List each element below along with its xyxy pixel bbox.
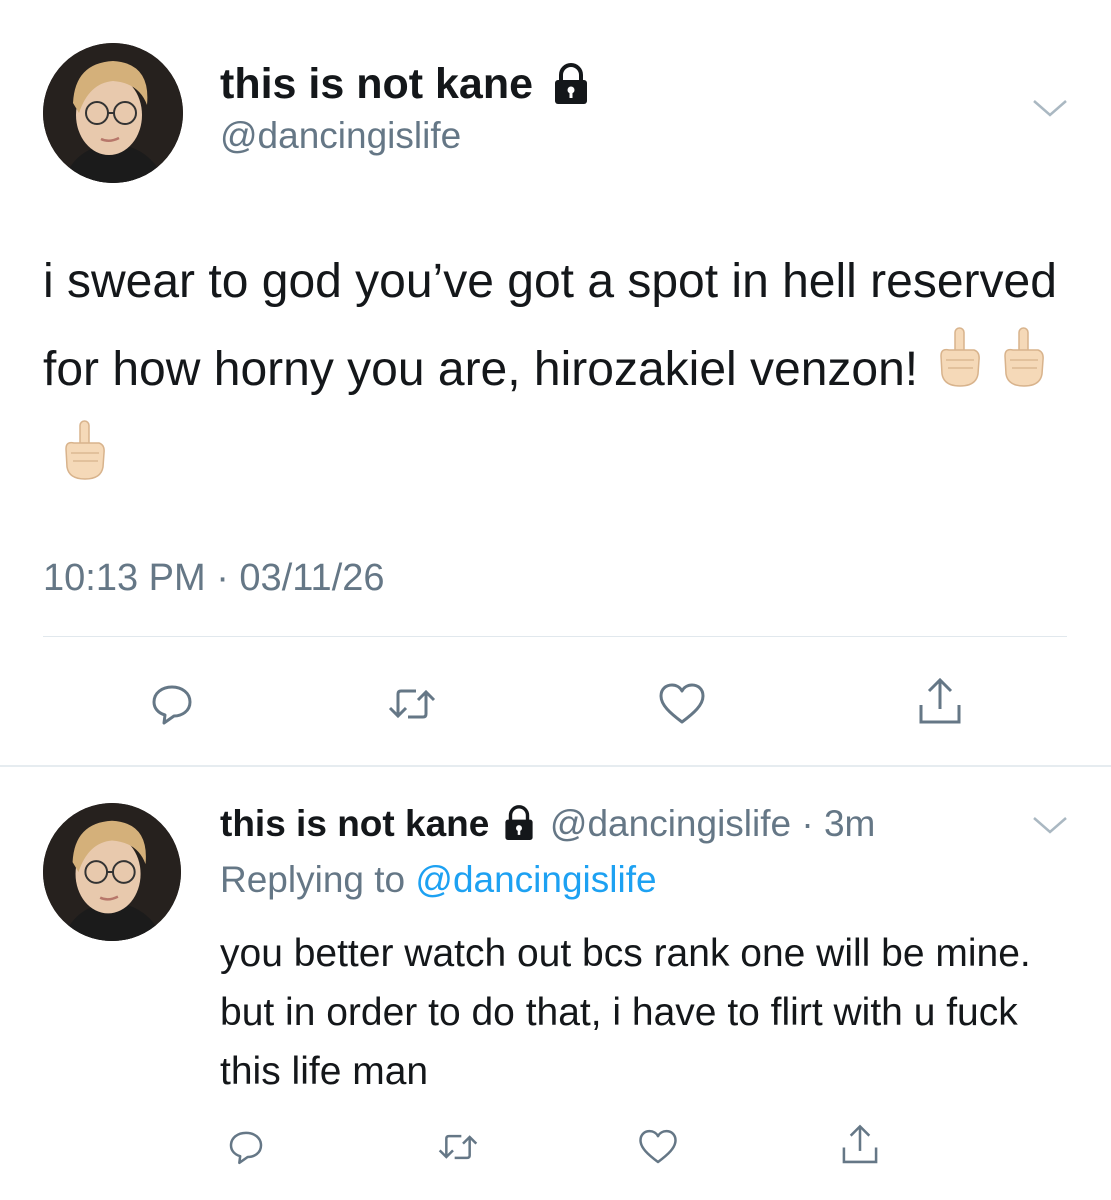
avatar-image — [43, 43, 183, 183]
reply-icon — [229, 1131, 263, 1165]
tweet-text-body: i swear to god you’ve got a spot in hell… — [43, 255, 1057, 397]
divider — [43, 636, 1067, 637]
reply-button[interactable] — [140, 672, 204, 736]
like-button[interactable] — [632, 1121, 684, 1173]
avatar[interactable] — [43, 43, 183, 183]
retweet-button[interactable] — [432, 1121, 484, 1173]
handle[interactable]: @dancingislife — [220, 113, 461, 159]
share-icon — [842, 1124, 878, 1164]
tweet-text: i swear to god you’ve got a spot in hell… — [43, 238, 1083, 512]
display-name[interactable]: this is not kane — [220, 803, 489, 844]
reply-icon — [152, 685, 192, 725]
retweet-icon — [438, 1134, 478, 1160]
replying-to: Replying to @dancingislife — [220, 857, 657, 903]
display-name-text: this is not kane — [220, 60, 534, 108]
middle-finger-emoji — [61, 419, 107, 512]
share-button[interactable] — [908, 670, 972, 734]
avatar-image — [43, 803, 181, 941]
middle-finger-emoji — [936, 326, 982, 419]
retweet-icon — [388, 689, 436, 719]
like-icon — [659, 683, 705, 724]
main-tweet: this is not kane @dancingislife i swear … — [0, 0, 1111, 765]
handle[interactable]: @dancingislife — [550, 803, 791, 844]
reply-header: this is not kane @dancingislife · 3m — [220, 801, 875, 847]
like-icon — [639, 1129, 677, 1164]
middle-finger-emoji — [1000, 326, 1046, 419]
reply-button[interactable] — [220, 1121, 272, 1173]
chevron-down-icon[interactable] — [1030, 813, 1070, 837]
replying-to-label: Replying to — [220, 859, 406, 900]
timestamp[interactable]: 10:13 PM · 03/11/26 — [43, 555, 385, 601]
chevron-down-icon[interactable] — [1030, 96, 1070, 120]
reply-text: you better watch out bcs rank one will b… — [220, 932, 1031, 1093]
retweet-button[interactable] — [380, 672, 444, 736]
replying-to-handle[interactable]: @dancingislife — [415, 859, 656, 900]
reply-tweet: this is not kane @dancingislife · 3m Rep… — [0, 767, 1111, 1200]
like-button[interactable] — [650, 672, 714, 736]
tweet-age: · 3m — [801, 803, 876, 844]
avatar[interactable] — [43, 803, 181, 941]
lock-icon — [505, 805, 533, 841]
share-button[interactable] — [834, 1119, 886, 1171]
display-name[interactable]: this is not kane — [220, 58, 591, 110]
lock-icon — [554, 62, 587, 104]
share-icon — [919, 677, 961, 724]
